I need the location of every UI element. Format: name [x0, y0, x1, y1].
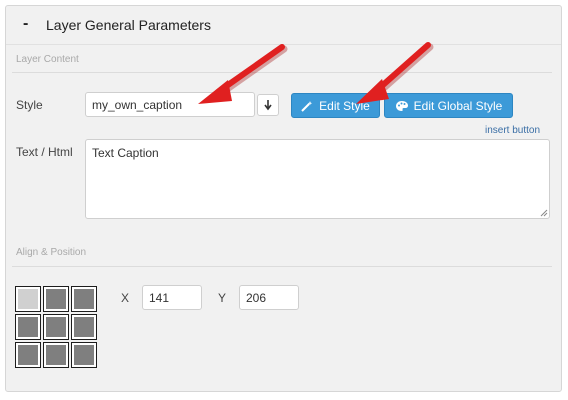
alignment-grid: [15, 286, 99, 368]
align-cell-middle-left[interactable]: [15, 314, 41, 340]
align-cell-top-right[interactable]: [71, 286, 97, 312]
text-html-label: Text / Html: [16, 145, 73, 159]
align-cell-bottom-center[interactable]: [43, 342, 69, 368]
section-divider: [12, 72, 552, 73]
style-label: Style: [16, 98, 43, 112]
panel-title: Layer General Parameters: [46, 17, 211, 33]
edit-global-style-button[interactable]: Edit Global Style: [384, 93, 513, 118]
panel-header[interactable]: - Layer General Parameters: [6, 6, 561, 45]
arrow-down-icon: [264, 100, 272, 111]
style-input[interactable]: [85, 92, 255, 117]
section-divider: [12, 266, 552, 267]
y-position-input[interactable]: [239, 285, 299, 310]
edit-style-button[interactable]: Edit Style: [291, 93, 380, 118]
magic-wand-icon: [301, 100, 313, 112]
x-label: X: [121, 291, 130, 305]
edit-global-style-label: Edit Global Style: [413, 98, 503, 113]
align-cell-middle-center[interactable]: [43, 314, 69, 340]
y-label: Y: [218, 291, 227, 305]
align-cell-middle-right[interactable]: [71, 314, 97, 340]
style-dropdown-button[interactable]: [257, 94, 279, 116]
section-label-align-position: Align & Position: [16, 247, 87, 258]
palette-icon: [395, 100, 408, 111]
resize-grip-icon[interactable]: [540, 209, 548, 217]
text-html-textarea[interactable]: Text Caption: [85, 139, 550, 219]
x-position-input[interactable]: [142, 285, 202, 310]
section-label-layer-content: Layer Content: [16, 54, 79, 65]
align-cell-bottom-right[interactable]: [71, 342, 97, 368]
collapse-icon[interactable]: -: [23, 15, 28, 33]
align-cell-top-center[interactable]: [43, 286, 69, 312]
insert-button-link[interactable]: insert button: [485, 125, 540, 136]
align-cell-bottom-left[interactable]: [15, 342, 41, 368]
edit-style-label: Edit Style: [319, 98, 370, 113]
align-cell-top-left[interactable]: [15, 286, 41, 312]
